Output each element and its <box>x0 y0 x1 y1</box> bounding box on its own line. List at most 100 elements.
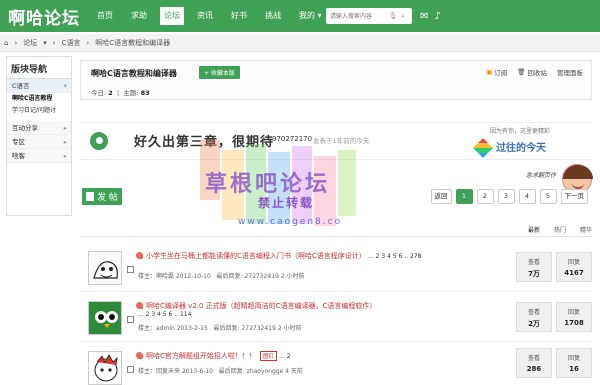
replies-label: 回复 <box>567 309 580 316</box>
manage-panel-link[interactable]: 管理面板 <box>557 67 583 77</box>
replies-stat: 回复 4167 <box>556 252 592 282</box>
pager-next[interactable]: 下一页 <box>560 189 588 204</box>
site-logo[interactable]: 啊哈论坛 <box>8 4 88 29</box>
hot-icon <box>136 352 143 359</box>
thread-date: 2013-6-10 <box>181 368 213 375</box>
thread-meta: 楼主：admin 2013-2-15 最后回复: 272732419 2 小时前 <box>138 323 301 332</box>
sidebar-group-label: 互动分享 <box>12 124 38 132</box>
watermark-block <box>246 144 266 224</box>
favorite-board-button[interactable]: + 收藏本版 <box>199 66 240 79</box>
history-today-banner[interactable]: 因为有你，这里更精彩 过往的今天 <box>473 126 594 166</box>
sidebar-item-tutorial[interactable]: 啊哈C语言教程 <box>7 93 71 105</box>
tab-hot[interactable]: 热门 <box>554 225 566 234</box>
recycle-bin-link[interactable]: 🗑 回收站 <box>517 67 547 77</box>
sidebar-group-guest[interactable]: 啥客 ▸ <box>7 149 71 163</box>
breadcrumb-sep: › <box>52 38 56 47</box>
sidebar-title: 版块导航 <box>7 57 71 79</box>
thread-title[interactable]: 啊哈C官方解题组开始招人啦！！！ 图钉 ... 2 <box>136 351 291 361</box>
sidebar-item-diary[interactable]: 学习日记/问题讨 <box>7 105 71 117</box>
nav-news[interactable]: 资讯 <box>188 0 222 32</box>
thread-last-reply: 最后回复: 272732419 2 小时前 <box>216 273 305 280</box>
views-count: 286 <box>526 365 542 373</box>
thread-pages[interactable]: ... 2 <box>279 353 290 360</box>
list-divider <box>80 236 592 237</box>
pager-page-1[interactable]: 1 <box>455 189 473 204</box>
search-box: 🎙 ⌕ <box>326 8 412 24</box>
nav-challenge[interactable]: 挑战 <box>256 0 290 32</box>
message-icon[interactable]: ✉ <box>420 11 428 22</box>
bell-icon[interactable]: ♪ <box>434 11 440 22</box>
thread-tag: 图钉 <box>259 351 277 361</box>
watermark-block <box>268 152 290 224</box>
replies-count: 16 <box>569 365 579 373</box>
subscribe-link[interactable]: ▣ 订阅 <box>486 67 507 77</box>
breadcrumb-sep: › <box>14 38 18 47</box>
new-post-button[interactable]: 发 帖 <box>82 188 122 205</box>
sidebar-group-c[interactable]: C语言 ▾ <box>7 79 71 93</box>
tab-latest[interactable]: 最新 <box>528 225 540 234</box>
thread-title[interactable]: 啊哈C编译器 v2.0 正式版（超精超简洁的C语言编译器，C语言编程软件） <box>136 301 376 311</box>
nav-books[interactable]: 好书 <box>222 0 256 32</box>
breadcrumb-c[interactable]: C语言 <box>62 38 81 48</box>
breadcrumb-forum[interactable]: 论坛 <box>23 38 37 48</box>
chevron-down-icon: ▾ <box>63 82 67 90</box>
breadcrumb-board[interactable]: 啊哈C语言教程和编译器 <box>95 38 170 48</box>
handwriting-note: 急求翻页作 <box>526 172 557 179</box>
hot-icon <box>136 252 143 259</box>
pager-page-3[interactable]: 3 <box>497 189 515 204</box>
recycle-label: 回收站 <box>527 69 548 77</box>
tab-digest[interactable]: 精华 <box>580 225 592 234</box>
new-post-label: 发 帖 <box>97 193 118 203</box>
pager-page-5[interactable]: 5 <box>539 189 557 204</box>
thread-checkbox[interactable] <box>127 316 134 323</box>
nav-forum[interactable]: 论坛 <box>160 7 184 25</box>
chevron-down-icon: ▾ <box>317 11 322 20</box>
board-stats: 今日: 2 | 主题: 83 <box>91 89 150 97</box>
main-nav: 首页 求助 论坛 资讯 好书 挑战 我的 ▾ <box>88 0 331 32</box>
thread-title-text: 啊哈C官方解题组开始招人啦！！！ <box>146 352 256 360</box>
pager-page-4[interactable]: 4 <box>518 189 536 204</box>
pager-back[interactable]: 返回 <box>430 189 452 204</box>
subscribe-label: 订阅 <box>494 69 508 77</box>
chevron-right-icon: ▸ <box>63 124 67 132</box>
pager-page-2[interactable]: 2 <box>476 189 494 204</box>
breadcrumb: ⌂ › 论坛 ▾ › C语言 › 啊哈C语言教程和编译器 <box>0 34 600 52</box>
search-icon[interactable]: ⌕ <box>398 12 408 21</box>
sidebar-group-label: 专区 <box>12 138 25 146</box>
nav-help[interactable]: 求助 <box>122 0 156 32</box>
thread-pages[interactable]: ... 2 3 4 5 6 .. 114 <box>138 311 191 318</box>
nav-mine[interactable]: 我的 ▾ <box>290 0 331 32</box>
thread-author[interactable]: 楼主：回复未来 <box>138 368 180 375</box>
thread-thumbnail[interactable] <box>88 301 122 335</box>
nav-home[interactable]: 首页 <box>88 0 122 32</box>
history-small-text: 因为有你，这里更精彩 <box>490 128 551 135</box>
manage-label: 管理面板 <box>557 69 583 77</box>
search-input[interactable] <box>326 9 388 23</box>
table-row: 啊哈C编译器 v2.0 正式版（超精超简洁的C语言编译器，C语言编程软件） ..… <box>80 292 592 342</box>
views-stat: 查看 286 <box>516 348 552 378</box>
thread-date: 2013-2-15 <box>176 325 208 332</box>
sidebar-group-share[interactable]: 互动分享 ▸ <box>7 121 71 135</box>
thread-author[interactable]: 楼主：admin <box>138 325 175 332</box>
thread-title-text: 啊哈C编译器 v2.0 正式版（超精超简洁的C语言编译器，C语言编程软件） <box>146 302 377 310</box>
sidebar-group-label: 啥客 <box>12 152 25 160</box>
microphone-icon[interactable]: 🎙 <box>388 12 398 20</box>
home-icon[interactable]: ⌂ <box>4 39 8 47</box>
thread-thumbnail[interactable] <box>88 351 122 385</box>
table-row: 啊哈C官方解题组开始招人啦！！！ 图钉 ... 2 楼主：回复未来 2013-6-… <box>80 342 592 385</box>
announcement-user[interactable]: 970272170 <box>272 135 312 143</box>
thread-checkbox[interactable] <box>127 366 134 373</box>
thread-pages[interactable]: ... 2 3 4 5 6 .. 278 <box>368 253 421 260</box>
chevron-right-icon: ▸ <box>63 152 67 160</box>
announcement-time: 发表于1年前的今天 <box>313 137 370 145</box>
today-count: 2 <box>108 89 113 97</box>
thread-checkbox[interactable] <box>127 266 134 273</box>
thread-title[interactable]: 小学生坐在马桶上都能读懂的C语言编程入门书（啊哈C语言程序设计） ... 2 3… <box>136 251 421 261</box>
views-label: 查看 <box>527 259 540 266</box>
thread-thumbnail[interactable] <box>88 251 122 285</box>
views-label: 查看 <box>527 309 540 316</box>
trash-icon: 🗑 <box>517 68 526 76</box>
chevron-down-icon[interactable]: ▾ <box>43 39 47 47</box>
thread-author[interactable]: 楼主：啊哈磊 <box>138 273 174 280</box>
sidebar-group-zone[interactable]: 专区 ▸ <box>7 135 71 149</box>
